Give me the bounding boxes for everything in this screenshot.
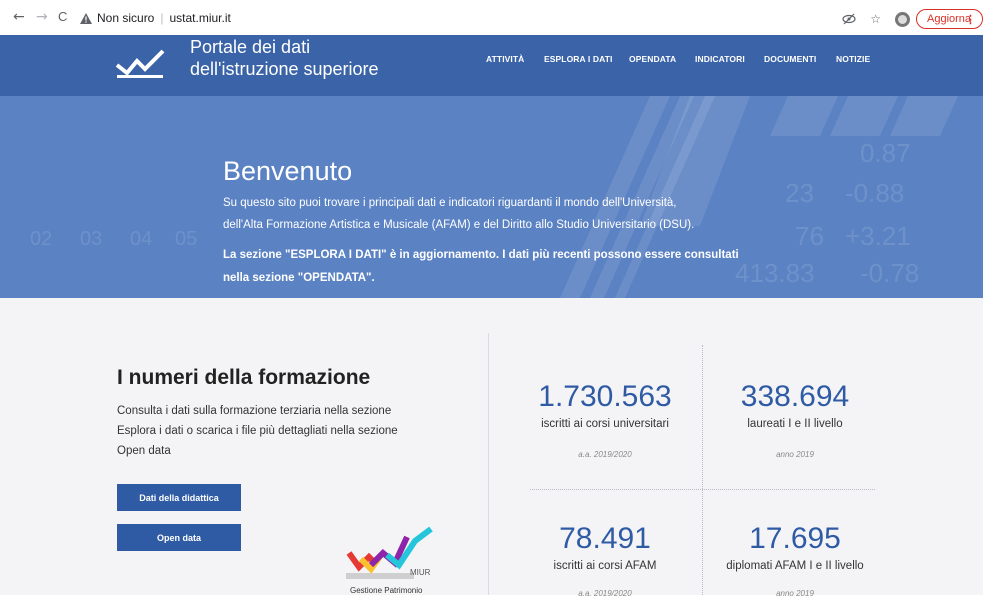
didattica-button[interactable]: Dati della didattica xyxy=(117,484,241,511)
reload-icon[interactable]: C xyxy=(58,9,67,24)
hero-title: Benvenuto xyxy=(223,156,353,186)
url-text[interactable]: ustat.miur.it xyxy=(169,11,230,25)
browser-actions: ☆ Aggiorna ⋮ xyxy=(842,9,983,29)
stat-period: a.a. 2019/2020 xyxy=(578,589,632,598)
browser-toolbar: ← → C Non sicuro | ustat.miur.it ☆ Aggio… xyxy=(0,0,983,35)
stat-period: anno 2019 xyxy=(776,589,814,598)
hero-bg-number: 0.87 xyxy=(860,138,911,168)
update-button[interactable]: Aggiorna ⋮ xyxy=(916,9,983,29)
stat-value: 17.695 xyxy=(749,522,841,555)
security-label[interactable]: Non sicuro xyxy=(97,11,154,25)
nav-item-esplora-i-dati[interactable]: ESPLORA I DATI xyxy=(544,54,612,64)
menu-dots-icon[interactable]: ⋮ xyxy=(965,13,976,26)
hero-bg-number: 413.83 xyxy=(735,258,815,288)
hero-text-line2: dell'Alta Formazione Artistica e Musical… xyxy=(223,219,695,231)
section-desc-line1: Consulta i dati sulla formazione terziar… xyxy=(117,405,392,417)
hero-banner: 0.87 -0.88 +3.21 -0.78 413.83 76 23 02 0… xyxy=(0,96,983,298)
stats-divider-horizontal xyxy=(530,489,875,490)
site-title-line1: Portale dei dati xyxy=(190,37,311,57)
nav-item-attivita[interactable]: ATTIVITÀ xyxy=(486,54,524,64)
stat-period: anno 2019 xyxy=(776,450,814,459)
hero-bg-number: -0.88 xyxy=(845,178,905,208)
address-bar[interactable]: Non sicuro | ustat.miur.it xyxy=(80,8,231,28)
opendata-button[interactable]: Open data xyxy=(117,524,241,551)
star-icon[interactable]: ☆ xyxy=(870,12,881,26)
section-desc-line2: Esplora i dati o scarica i file più dett… xyxy=(117,425,398,437)
hero-bg-number: 03 xyxy=(80,228,103,250)
stat-value: 1.730.563 xyxy=(538,380,672,413)
eye-off-icon[interactable] xyxy=(842,13,856,25)
nav-item-notizie[interactable]: NOTIZIE xyxy=(836,54,870,64)
stat-value: 78.491 xyxy=(559,522,651,555)
hero-bg-number: 23 xyxy=(785,178,814,208)
site-title-line2: dell'istruzione superiore xyxy=(190,59,379,79)
hero-bg-number: 76 xyxy=(795,221,824,251)
stat-label: diplomati AFAM I e II livello xyxy=(726,560,864,572)
site-logo-icon[interactable] xyxy=(115,49,165,79)
forward-icon[interactable]: → xyxy=(36,9,48,25)
warning-icon xyxy=(80,12,92,24)
hero-bg-number: +3.21 xyxy=(845,221,911,251)
site-header: Portale dei dati dell'istruzione superio… xyxy=(0,35,983,96)
numbers-section: I numeri della formazione Consulta i dat… xyxy=(0,298,983,598)
section-title: I numeri della formazione xyxy=(117,366,371,389)
stat-value: 338.694 xyxy=(740,380,850,413)
hero-bg-number: 04 xyxy=(130,228,153,250)
nav-item-opendata[interactable]: OPENDATA xyxy=(629,54,676,64)
miur-logo-label: MIUR xyxy=(410,568,431,577)
miur-logo-icon[interactable] xyxy=(343,525,443,595)
stat-label: laureati I e II livello xyxy=(747,418,843,430)
url-separator: | xyxy=(160,11,164,25)
stat-period: a.a. 2019/2020 xyxy=(578,450,632,459)
hero-notice-line1: La sezione "ESPLORA I DATI" è in aggiorn… xyxy=(223,249,739,261)
hero-bg-number: 02 xyxy=(30,228,53,250)
hero-text-line1: Su questo sito puoi trovare i principali… xyxy=(223,197,677,209)
nav-item-documenti[interactable]: DOCUMENTI xyxy=(764,54,816,64)
hero-bg-number: -0.78 xyxy=(860,258,920,288)
hero-bg-number: 05 xyxy=(175,228,198,250)
miur-logo-subtitle: Gestione Patrimonio xyxy=(350,586,423,595)
site-title[interactable]: Portale dei dati dell'istruzione superio… xyxy=(190,36,379,80)
stat-label: iscritti ai corsi universitari xyxy=(541,418,669,430)
section-desc-line3: Open data xyxy=(117,445,171,457)
stat-label: iscritti ai corsi AFAM xyxy=(553,560,657,572)
hero-notice-line2: nella sezione "OPENDATA". xyxy=(223,272,375,284)
section-divider xyxy=(488,333,489,595)
nav-item-indicatori[interactable]: INDICATORI xyxy=(695,54,745,64)
back-icon[interactable]: ← xyxy=(13,9,25,25)
avatar[interactable] xyxy=(895,11,910,27)
